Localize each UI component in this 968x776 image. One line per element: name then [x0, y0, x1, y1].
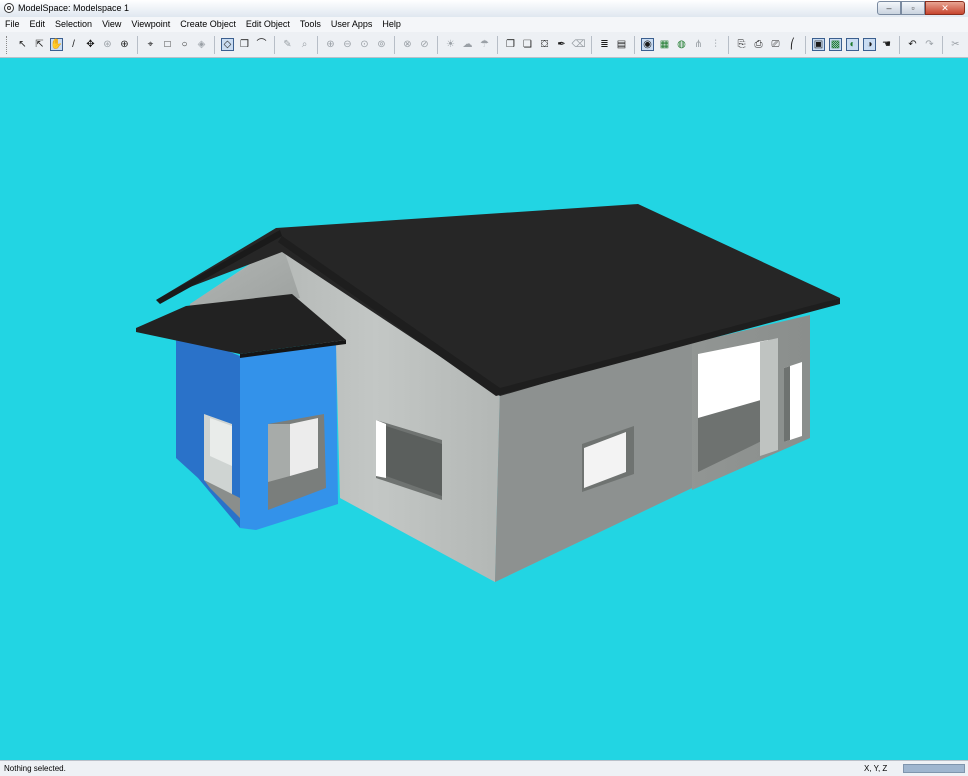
menu-edit[interactable]: Edit: [25, 17, 51, 32]
view-toggle-3-icon[interactable]: ◐: [846, 38, 859, 51]
camera-2-icon[interactable]: ⎙: [752, 38, 765, 51]
pan-hand-icon[interactable]: ✋: [50, 38, 63, 51]
rectangle-select-icon[interactable]: □: [161, 38, 174, 51]
toolbar-separator: [591, 35, 592, 54]
menu-bar: File Edit Selection View Viewpoint Creat…: [0, 17, 968, 32]
box-mode-icon[interactable]: ❒: [238, 38, 251, 51]
toolbar-separator: [437, 35, 438, 54]
window-reveal-left: [376, 420, 386, 478]
toolbar-separator: [497, 35, 498, 54]
cut-icon[interactable]: ✂: [949, 38, 962, 51]
light-icon[interactable]: ☀: [444, 38, 457, 51]
globe-icon[interactable]: ◍: [675, 38, 688, 51]
title-bar: ModelSpace: Modelspace 1 – ▫ ✕: [0, 0, 968, 18]
toolbar-separator: [942, 35, 943, 54]
porch-front-opening-inner: [290, 418, 318, 476]
window-title: ModelSpace: Modelspace 1: [18, 3, 130, 13]
copy-object-icon[interactable]: ❐: [504, 38, 517, 51]
toolbar-grip[interactable]: [6, 35, 10, 54]
menu-tools[interactable]: Tools: [295, 17, 326, 32]
menu-view[interactable]: View: [97, 17, 126, 32]
camera-1-icon[interactable]: ⎘: [735, 38, 748, 51]
toolbar-separator: [214, 35, 215, 54]
eyedropper-icon[interactable]: ✒: [555, 38, 568, 51]
render-icon[interactable]: ◉: [641, 38, 654, 51]
circle-select-icon[interactable]: ○: [178, 38, 191, 51]
measure-icon[interactable]: ✎: [281, 38, 294, 51]
status-bar: Nothing selected. X, Y, Z: [0, 760, 968, 776]
draw-mode-icon[interactable]: ◇: [221, 38, 234, 51]
orbit-icon[interactable]: ⊕: [118, 38, 131, 51]
toolbar-separator: [137, 35, 138, 54]
menu-viewpoint[interactable]: Viewpoint: [126, 17, 175, 32]
view-front-icon[interactable]: ⊗: [401, 38, 414, 51]
camera-4-icon[interactable]: ⎛: [786, 38, 799, 51]
minimize-button[interactable]: –: [877, 1, 901, 15]
paint-bucket-icon[interactable]: ⛋: [538, 38, 551, 51]
eraser-icon[interactable]: ⌫: [571, 38, 585, 51]
camera-3-icon[interactable]: ⎚: [769, 38, 782, 51]
status-indicator-panel: [903, 764, 965, 773]
house-model[interactable]: [0, 58, 968, 760]
porch-opening-wall: [268, 424, 290, 482]
menu-selection[interactable]: Selection: [50, 17, 97, 32]
menu-user-apps[interactable]: User Apps: [326, 17, 378, 32]
toolbar-separator: [634, 35, 635, 54]
menu-file[interactable]: File: [0, 17, 25, 32]
coordinates-readout: X, Y, Z: [864, 764, 888, 773]
view-toggle-2-icon[interactable]: ▩: [829, 38, 842, 51]
zoom-in-icon[interactable]: ⊕: [324, 38, 337, 51]
toolbar-separator: [394, 35, 395, 54]
layers-icon[interactable]: ≣: [598, 38, 611, 51]
garage-post: [760, 338, 778, 456]
toolbar-separator: [274, 35, 275, 54]
lasso-icon[interactable]: ⌖: [144, 38, 157, 51]
view-toggle-1-icon[interactable]: ▣: [812, 38, 825, 51]
select-plus-icon[interactable]: ⇱: [33, 38, 46, 51]
grid-color-icon[interactable]: ▦: [658, 38, 671, 51]
shade-icon[interactable]: ☁: [461, 38, 474, 51]
3d-viewport[interactable]: [0, 58, 968, 760]
walk-mode-icon[interactable]: ⌒: [255, 38, 268, 51]
toolbar-separator: [728, 35, 729, 54]
main-toolbar: ↖ ⇱ ✋ / ✥ ⊛ ⊕ ⌖ □ ○ ◈ ◇ ❒ ⌒ ✎ ⌕ ⊕ ⊖ ⊙ ⊚ ⊗ ⊘ ☀ ☁ ☂ ❐ ❏ ⛋ ✒ ⌫ ≣ ▤ ◉ ▦ ◍ ⋔ ⫶ ⎘ ⎙ ⎚…: [0, 32, 968, 58]
window-controls: – ▫ ✕: [877, 1, 965, 15]
zoom-window-icon[interactable]: ⌕: [298, 38, 311, 51]
texture-icon[interactable]: ☂: [478, 38, 491, 51]
view-toggle-4-icon[interactable]: ◑: [863, 38, 876, 51]
zoom-fit-icon[interactable]: ⊚: [375, 38, 388, 51]
view-back-icon[interactable]: ⊘: [418, 38, 431, 51]
status-message: Nothing selected.: [4, 764, 66, 773]
grab-hand-icon[interactable]: ☚: [880, 38, 893, 51]
menu-create-object[interactable]: Create Object: [175, 17, 241, 32]
menu-edit-object[interactable]: Edit Object: [241, 17, 295, 32]
move-arrows-icon[interactable]: ✥: [84, 38, 97, 51]
close-button[interactable]: ✕: [925, 1, 965, 15]
side-doorway-shadow: [784, 366, 790, 442]
zoom-out-icon[interactable]: ⊖: [341, 38, 354, 51]
zoom-extents-icon[interactable]: ⊙: [358, 38, 371, 51]
align-icon[interactable]: ⫶: [709, 38, 722, 51]
app-logo-icon: [4, 3, 14, 13]
toolbar-separator: [805, 35, 806, 54]
restore-button[interactable]: ▫: [901, 1, 925, 15]
snap-icon[interactable]: ⋔: [692, 38, 705, 51]
toolbar-separator: [899, 35, 900, 54]
pencil-icon[interactable]: /: [67, 38, 80, 51]
toolbar-separator: [317, 35, 318, 54]
object-properties-icon[interactable]: ▤: [615, 38, 628, 51]
cube-select-icon[interactable]: ◈: [195, 38, 208, 51]
menu-help[interactable]: Help: [377, 17, 406, 32]
select-arrow-icon[interactable]: ↖: [16, 38, 29, 51]
undo-icon[interactable]: ↶: [906, 38, 919, 51]
rotate-icon[interactable]: ⊛: [101, 38, 114, 51]
redo-icon[interactable]: ↷: [923, 38, 936, 51]
paste-object-icon[interactable]: ❏: [521, 38, 534, 51]
